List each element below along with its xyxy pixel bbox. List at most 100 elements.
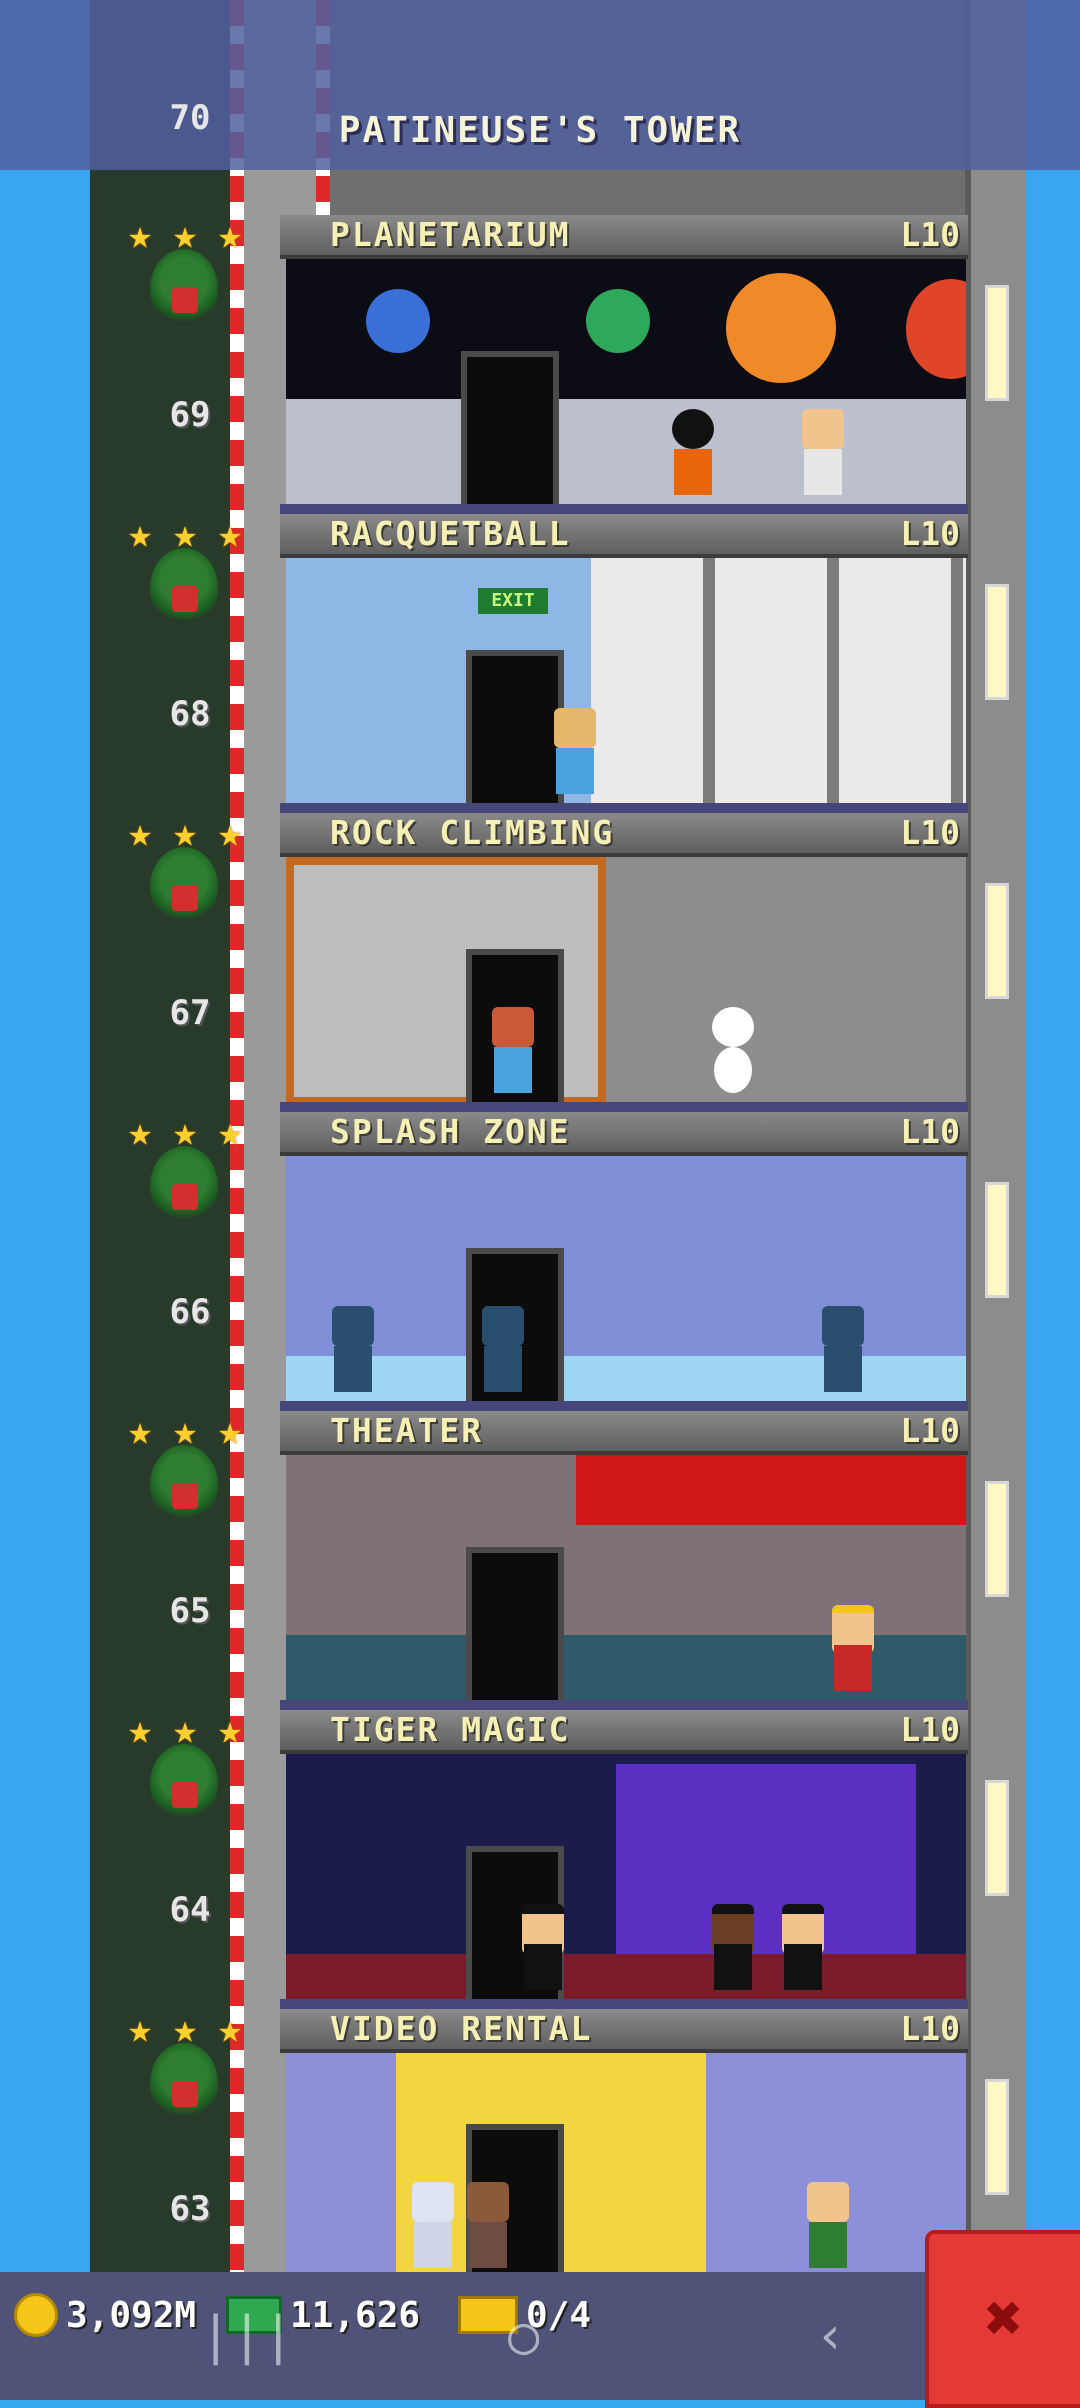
star-icon: ★ bbox=[217, 2006, 243, 2052]
bow-icon bbox=[172, 1184, 198, 1210]
floor-name: PLANETARIUM bbox=[330, 215, 571, 254]
floor-video-rental[interactable]: VIDEO RENTAL L10 bbox=[280, 2009, 968, 2280]
floor-planetarium[interactable]: PLANETARIUM L10 bbox=[280, 215, 968, 514]
bow-icon bbox=[172, 287, 198, 313]
shaft-floor-number: 65 bbox=[169, 1591, 211, 1631]
exit-sign: EXIT bbox=[478, 588, 548, 614]
star-icon: ★ bbox=[217, 1408, 243, 1454]
coins-value: 3,092M bbox=[66, 2294, 197, 2336]
bitizen-magician[interactable] bbox=[516, 1904, 570, 1994]
shaft-floor-number: 64 bbox=[169, 1890, 211, 1930]
build-button[interactable]: ✖ bbox=[925, 2230, 1080, 2408]
tower-title[interactable]: PATINEUSE'S TOWER bbox=[0, 110, 1080, 151]
bitizen[interactable] bbox=[486, 1007, 540, 1097]
coins-counter[interactable]: 3,092M bbox=[14, 2290, 196, 2340]
star-icon: ★ bbox=[127, 212, 153, 258]
floor-level: L10 bbox=[900, 514, 960, 553]
bitizen[interactable] bbox=[801, 2182, 855, 2272]
floor-level: L10 bbox=[900, 1112, 960, 1151]
build-tool-icon: ✖ bbox=[984, 2282, 1024, 2356]
bitizen-snowman[interactable] bbox=[706, 1007, 760, 1097]
star-icon: ★ bbox=[217, 810, 243, 856]
room-scene: EXIT bbox=[286, 558, 966, 806]
shaft-floor-number: 68 bbox=[169, 694, 211, 734]
tower-window-light bbox=[985, 883, 1009, 999]
floor-level: L10 bbox=[900, 813, 960, 852]
floor-base bbox=[280, 1102, 968, 1112]
room-scene bbox=[286, 857, 966, 1105]
room-scene bbox=[286, 1455, 966, 1703]
floor-base bbox=[280, 803, 968, 813]
room-scene bbox=[286, 2053, 966, 2280]
bitizen[interactable] bbox=[461, 2182, 515, 2272]
floor-name: ROCK CLIMBING bbox=[330, 813, 615, 852]
bux-value: 11,626 bbox=[290, 2294, 421, 2336]
floor-racquetball[interactable]: RACQUETBALL L10 EXIT bbox=[280, 514, 968, 813]
wreath-decoration: ★ ★ ★ bbox=[120, 1112, 250, 1252]
star-icon: ★ bbox=[127, 2006, 153, 2052]
room-wall-left bbox=[286, 2053, 396, 2280]
room-door bbox=[461, 351, 559, 507]
star-icon: ★ bbox=[217, 212, 243, 258]
room-door bbox=[466, 1547, 564, 1703]
bitizen-magician[interactable] bbox=[706, 1904, 760, 1994]
bitizen-magician[interactable] bbox=[776, 1904, 830, 1994]
floor-base bbox=[280, 504, 968, 514]
floor-level: L10 bbox=[900, 215, 960, 254]
floor-rock-climbing[interactable]: ROCK CLIMBING L10 bbox=[280, 813, 968, 1112]
tower-window-light bbox=[985, 2079, 1009, 2195]
wreath-decoration: ★ ★ ★ bbox=[120, 1710, 250, 1850]
floor-base bbox=[280, 1401, 968, 1411]
star-icon: ★ bbox=[217, 1109, 243, 1155]
magic-stage bbox=[616, 1764, 916, 1964]
star-icon: ★ bbox=[217, 511, 243, 557]
room-scene bbox=[286, 1156, 966, 1404]
floor-theater[interactable]: THEATER L10 bbox=[280, 1411, 968, 1710]
floor-tiger-magic[interactable]: TIGER MAGIC L10 bbox=[280, 1710, 968, 2009]
planet-red bbox=[906, 279, 966, 379]
star-icon: ★ bbox=[127, 1109, 153, 1155]
star-icon: ★ bbox=[127, 1408, 153, 1454]
shaft-floor-number: 66 bbox=[169, 1292, 211, 1332]
bitizen[interactable] bbox=[548, 708, 602, 798]
tower-window-light bbox=[985, 1780, 1009, 1896]
tower-window-light bbox=[985, 1481, 1009, 1597]
climbing-wall bbox=[606, 857, 966, 1105]
bitizen[interactable] bbox=[406, 2182, 460, 2272]
floor-name: TIGER MAGIC bbox=[330, 1710, 571, 1749]
bitizen-diver[interactable] bbox=[326, 1306, 380, 1396]
planet-green bbox=[586, 289, 650, 353]
bow-icon bbox=[172, 1483, 198, 1509]
shaft-floor-number: 69 bbox=[169, 395, 211, 435]
home-icon[interactable]: ○ bbox=[508, 2306, 539, 2366]
wreath-decoration: ★ ★ ★ bbox=[120, 514, 250, 654]
bitizen[interactable] bbox=[796, 409, 850, 499]
star-icon: ★ bbox=[127, 511, 153, 557]
floor-name: VIDEO RENTAL bbox=[330, 2009, 593, 2048]
court-walls bbox=[591, 558, 966, 806]
floor-level: L10 bbox=[900, 1411, 960, 1450]
bitizen-diver[interactable] bbox=[816, 1306, 870, 1396]
room-floor bbox=[286, 399, 966, 507]
audience-seats bbox=[286, 1954, 966, 2002]
planet-blue bbox=[366, 289, 430, 353]
floor-level: L10 bbox=[900, 1710, 960, 1749]
back-icon[interactable]: ‹ bbox=[815, 2306, 846, 2366]
coin-icon bbox=[14, 2293, 58, 2337]
bitizen[interactable] bbox=[666, 409, 720, 499]
wreath-decoration: ★ ★ ★ bbox=[120, 813, 250, 953]
room-scene bbox=[286, 1754, 966, 2002]
tower-window-light bbox=[985, 584, 1009, 700]
floor-name: SPLASH ZONE bbox=[330, 1112, 571, 1151]
tower-header: 70 PATINEUSE'S TOWER bbox=[0, 0, 1080, 170]
floor-base bbox=[280, 1999, 968, 2009]
bow-icon bbox=[172, 586, 198, 612]
tower-window-light bbox=[985, 285, 1009, 401]
bitizen-diver[interactable] bbox=[476, 1306, 530, 1396]
recent-apps-icon[interactable]: ||| bbox=[200, 2306, 294, 2366]
bitizen-king[interactable] bbox=[826, 1605, 880, 1695]
wreath-decoration: ★ ★ ★ bbox=[120, 1411, 250, 1551]
wreath-decoration: ★ ★ ★ bbox=[120, 215, 250, 355]
floor-splash-zone[interactable]: SPLASH ZONE L10 bbox=[280, 1112, 968, 1411]
floor-level: L10 bbox=[900, 2009, 960, 2048]
